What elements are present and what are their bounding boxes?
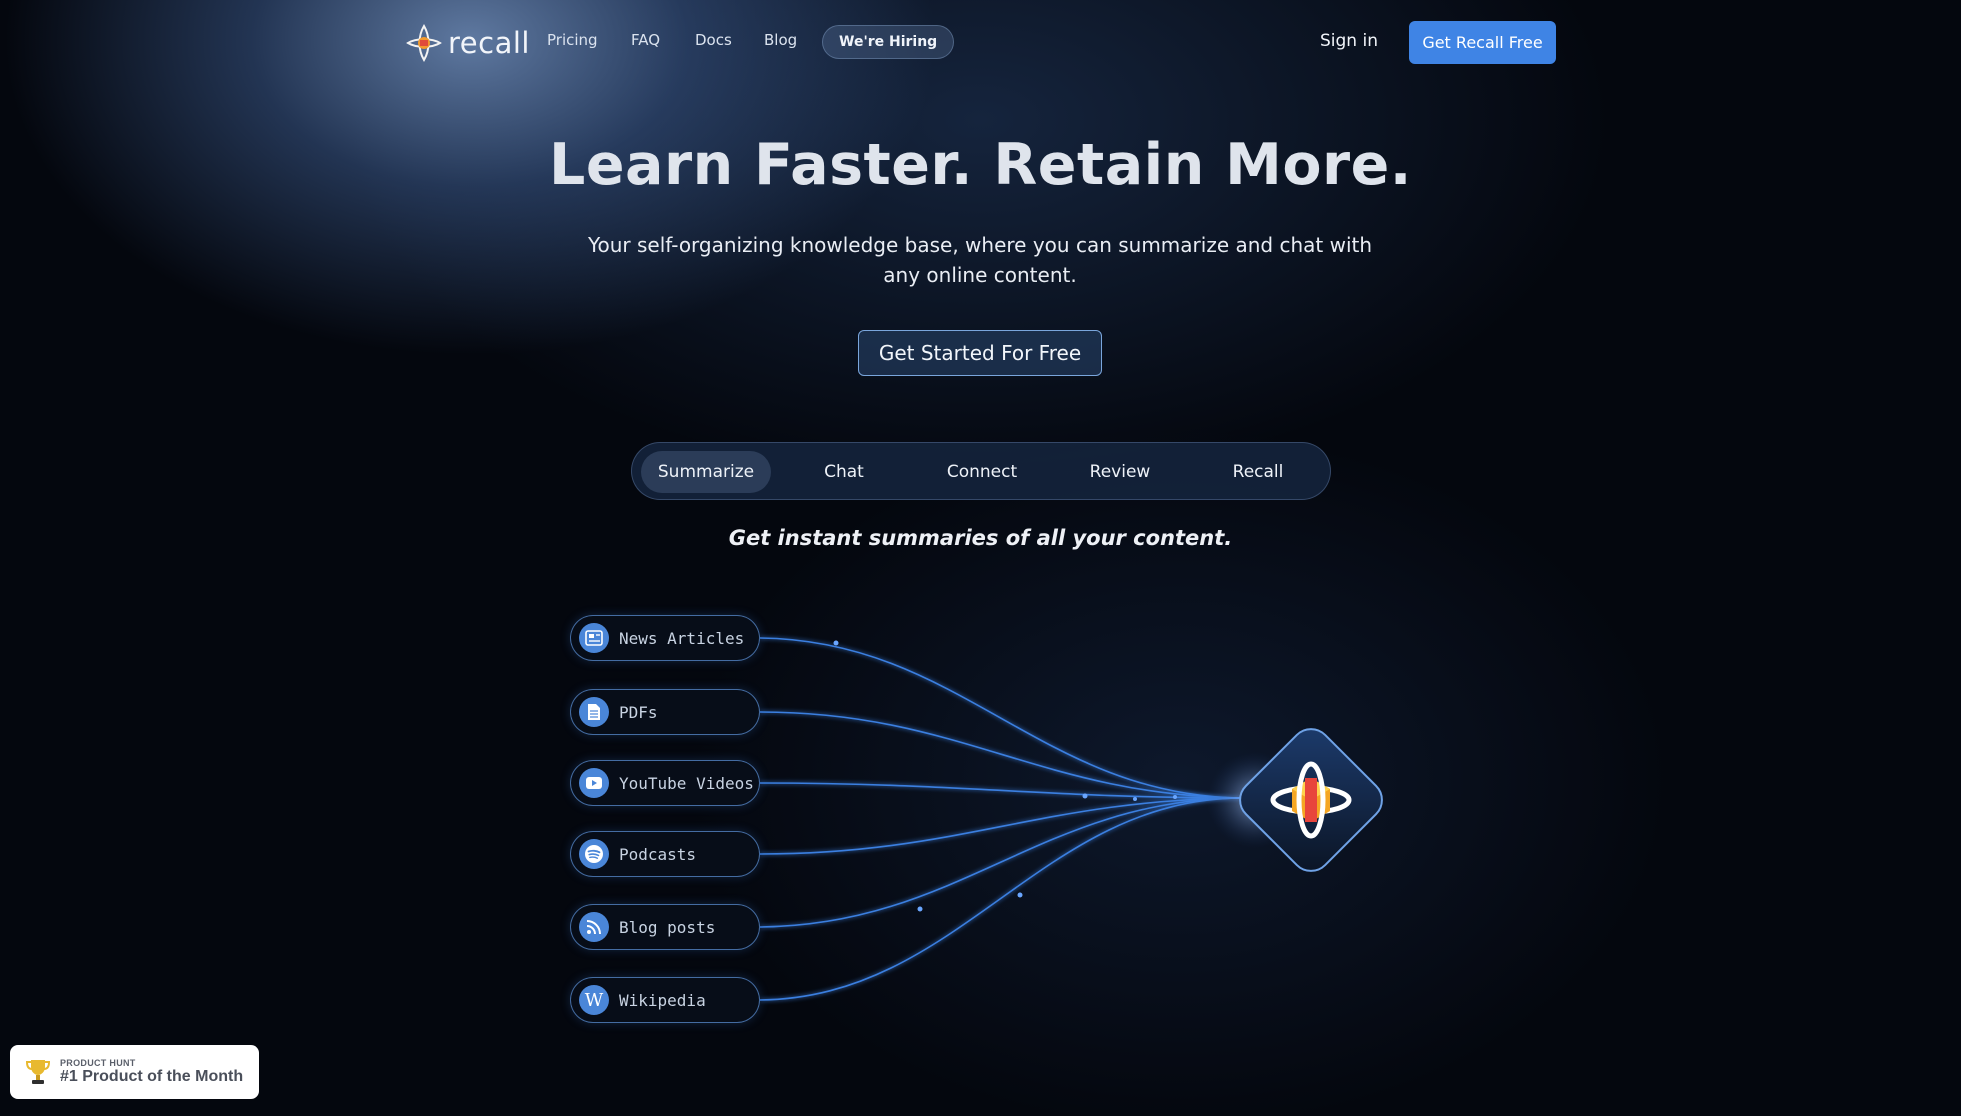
rss-icon [579,912,609,942]
badge-label: PRODUCT HUNT [60,1058,136,1068]
spotify-icon [579,839,609,869]
source-flow-diagram [759,637,1383,1001]
source-podcasts[interactable]: Podcasts [570,831,760,877]
trophy-icon [25,1060,51,1084]
source-label: News Articles [619,628,745,648]
product-hunt-badge[interactable]: PRODUCT HUNT #1 Product of the Month [10,1045,259,1099]
newspaper-icon [579,623,609,653]
youtube-icon [579,768,609,798]
source-pdfs[interactable]: PDFs [570,689,760,735]
badge-title: #1 Product of the Month [60,1068,244,1085]
document-icon [579,697,609,727]
source-label: Podcasts [619,844,697,864]
source-label: Blog posts [619,917,716,937]
recall-hub-icon [1239,728,1383,872]
source-blog-posts[interactable]: Blog posts [570,904,760,950]
source-label: Wikipedia [619,990,706,1010]
flow-lines [759,637,1241,1001]
wikipedia-icon: W [579,985,609,1015]
source-label: PDFs [619,702,658,722]
source-youtube-videos[interactable]: YouTube Videos [570,760,760,806]
source-news-articles[interactable]: News Articles [570,615,760,661]
source-label: YouTube Videos [619,773,754,793]
flow-dots [833,640,1177,912]
source-wikipedia[interactable]: W Wikipedia [570,977,760,1023]
